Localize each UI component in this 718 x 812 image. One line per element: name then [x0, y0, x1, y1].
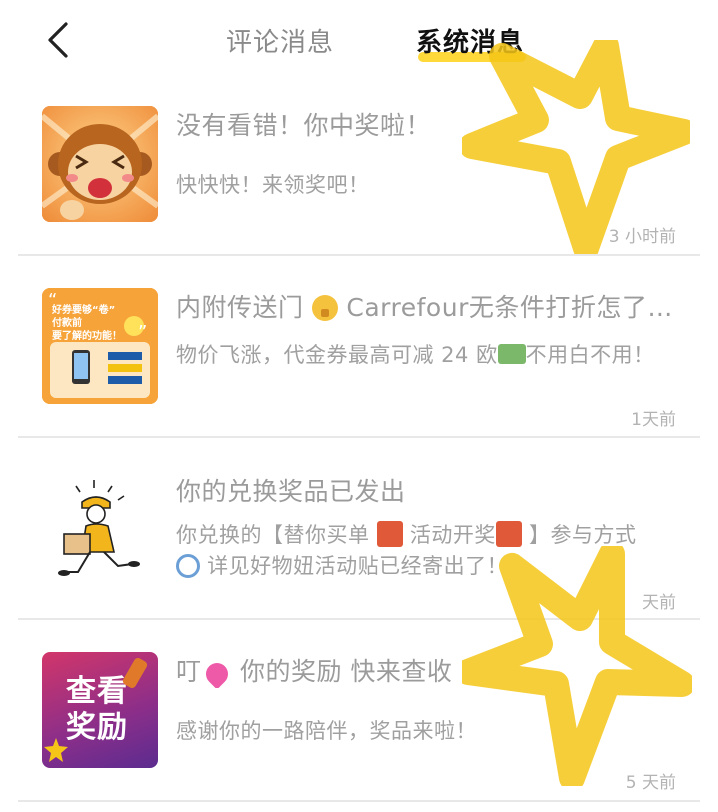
message-title: 你的兑换奖品已发出 [176, 477, 406, 506]
message-body: 快快快！来领奖吧！ [176, 173, 370, 197]
message-time: 5 天前 [625, 773, 676, 793]
message-body: 感谢你的一路陪伴，奖品来啦！ [176, 719, 477, 743]
tab-system-messages[interactable]: 系统消息 [416, 22, 524, 59]
message-item[interactable]: “ ” 好券要够“卷” 付款前 要了解的功能！ 内附传送门 Carrefour无… [0, 256, 718, 436]
message-body: 你兑换的【替你买单 活动开奖 】参与方式 详见好物妞活动贴已经寄出了！ [176, 521, 637, 578]
magnifier-emoji-icon [176, 554, 200, 578]
poster-line-1: 好券要够“卷” [52, 305, 116, 316]
message-body: 物价飞涨，代金券最高可减 24 欧不用白不用！ [176, 343, 655, 367]
monkey-sticker-thumbnail [42, 106, 158, 222]
courier-thumbnail [42, 472, 158, 588]
message-title: 没有看错！你中奖啦！ [176, 111, 432, 140]
top-bar: 评论消息 系统消息 [0, 0, 718, 82]
sparkling-heart-emoji-icon [200, 658, 233, 688]
reward-decoration-icon [44, 657, 148, 762]
message-item[interactable]: 没有看错！你中奖啦！ 快快快！来领奖吧！ 3 小时前 [0, 92, 718, 254]
message-item[interactable]: 查看 奖励 叮 你的奖励 快来查收 感谢你的一路陪伴，奖品来啦！ 5 天前 [0, 620, 718, 800]
gift-emoji-icon [376, 521, 403, 547]
shushing-face-emoji-icon [311, 295, 338, 321]
poster-line-2: 付款前 [52, 318, 82, 329]
money-bill-emoji-icon [497, 344, 526, 364]
svg-text:”: ” [138, 322, 147, 343]
courier-icon [58, 480, 140, 576]
tab-comment-messages[interactable]: 评论消息 [226, 22, 334, 59]
message-time: 3 小时前 [608, 227, 676, 247]
poster-line-3: 要了解的功能！ [52, 331, 122, 342]
gift-emoji-icon [495, 521, 522, 547]
message-time: 天前 [642, 593, 676, 613]
back-arrow-icon[interactable] [40, 18, 80, 62]
message-title: 叮 你的奖励 快来查收 [176, 652, 676, 688]
monkey-icon [42, 106, 158, 222]
message-item[interactable]: 你的兑换奖品已发出 你兑换的【替你买单 活动开奖 】参与方式 详见好物妞活动贴已… [0, 438, 718, 618]
reward-card-thumbnail: 查看 奖励 [42, 652, 158, 768]
divider [18, 800, 700, 802]
message-title: 内附传送门 Carrefour无条件打折怎了… [176, 293, 673, 322]
message-time: 1天前 [631, 410, 676, 430]
coupon-poster-thumbnail: “ ” 好券要够“卷” 付款前 要了解的功能！ [42, 288, 158, 404]
